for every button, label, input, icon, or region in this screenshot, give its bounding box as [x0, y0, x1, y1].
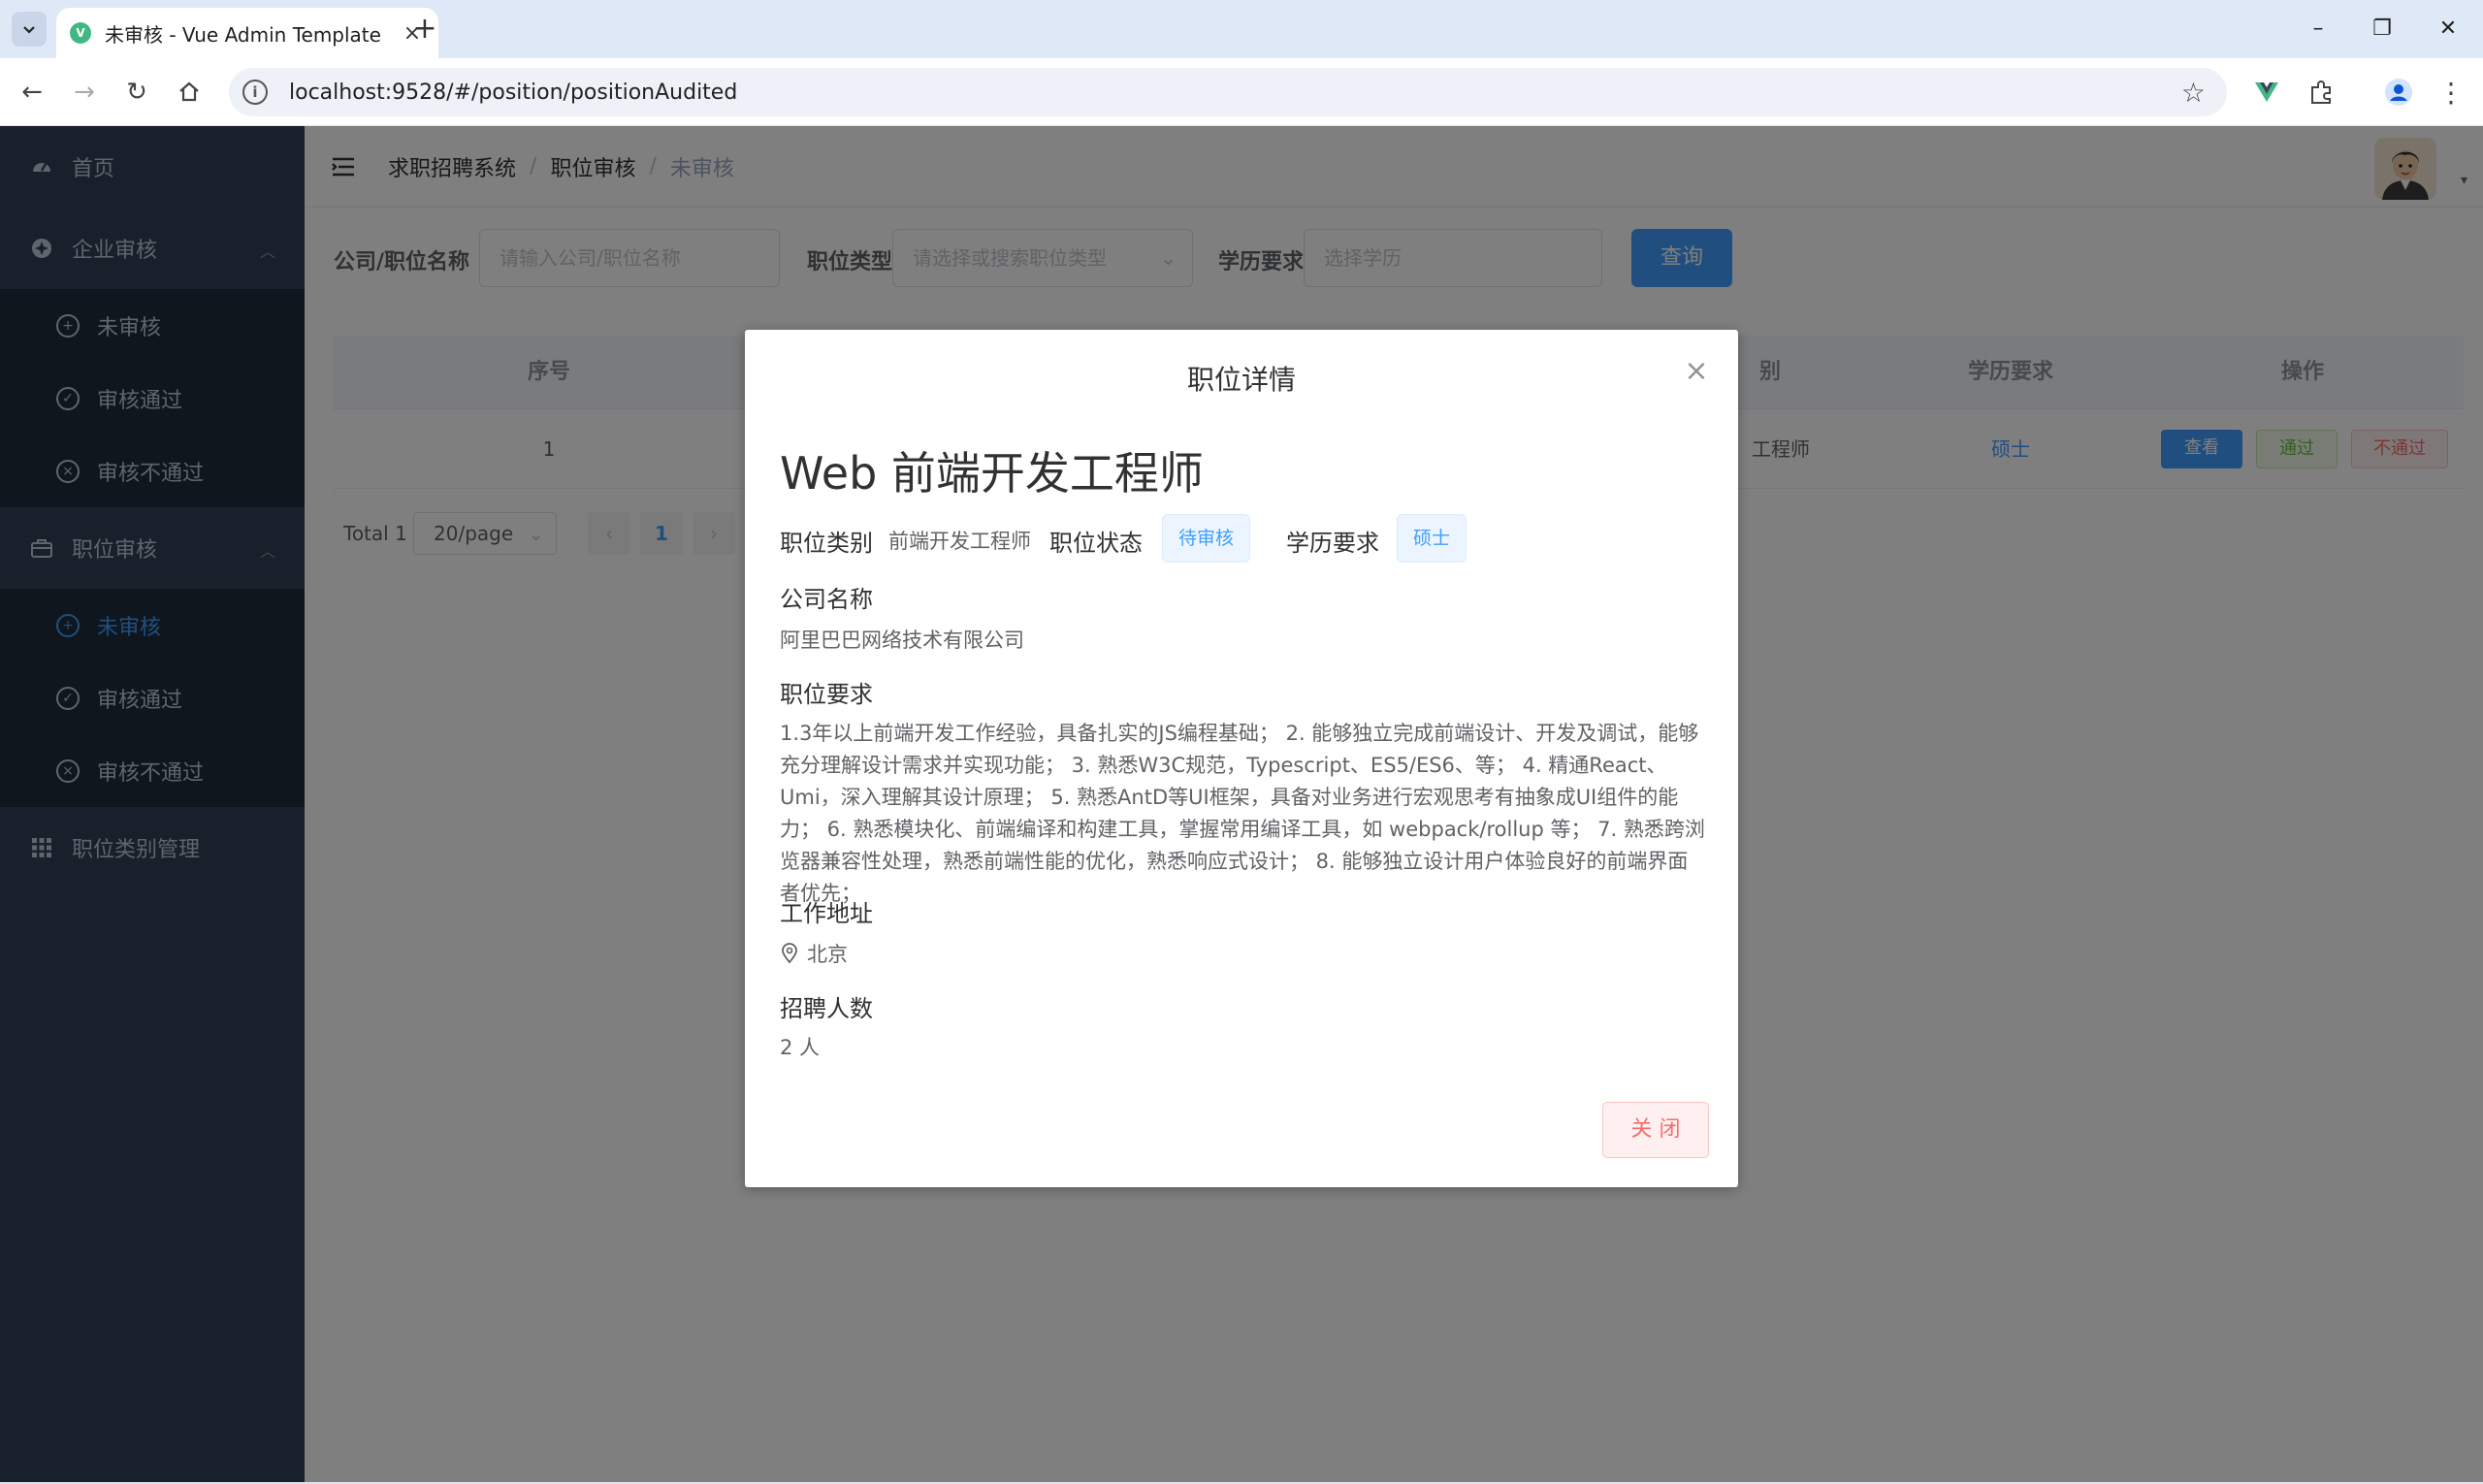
company-value: 阿里巴巴网络技术有限公司	[780, 629, 1024, 652]
close-icon[interactable]: ×	[1680, 355, 1713, 388]
minimize-icon[interactable]: –	[2289, 10, 2347, 48]
browser-tab[interactable]: V 未审核 - Vue Admin Template ×	[56, 8, 438, 58]
tab-title: 未审核 - Vue Admin Template	[105, 22, 381, 47]
address-label: 工作地址	[780, 900, 873, 927]
status-badge: 待审核	[1162, 514, 1251, 563]
dialog-title: 职位详情	[1186, 364, 1296, 396]
company-label: 公司名称	[780, 586, 873, 613]
requirements-text: 1.3年以上前端开发工作经验，具备扎实的JS编程基础； 2. 能够独立完成前端设…	[780, 722, 1705, 905]
bookmark-star-icon[interactable]: ☆	[2181, 77, 2206, 109]
browser-tab-bar: V 未审核 - Vue Admin Template × + – ❐ ✕	[0, 0, 2483, 58]
category-value: 前端开发工程师	[888, 530, 1031, 553]
job-meta-row: 职位类别 前端开发工程师 职位状态 待审核 学历要求 硕士	[780, 514, 1711, 563]
vue-devtools-icon[interactable]	[2248, 74, 2285, 111]
browser-menu-icon[interactable]: ⋮	[2433, 74, 2469, 111]
position-detail-dialog: 职位详情 × Web 前端开发工程师 职位类别 前端开发工程师 职位状态 待审核…	[745, 330, 1738, 1187]
education-badge: 硕士	[1397, 514, 1467, 563]
url-text: localhost:9528/#/position/positionAudite…	[289, 80, 738, 105]
profile-icon[interactable]	[2380, 74, 2417, 111]
close-dialog-button[interactable]: 关 闭	[1602, 1102, 1709, 1158]
headcount-value: 2 人	[780, 1036, 821, 1059]
extensions-icon[interactable]	[2303, 74, 2339, 111]
vue-favicon-icon: V	[70, 22, 91, 44]
category-label: 职位类别	[780, 530, 873, 557]
restore-icon[interactable]: ❐	[2353, 10, 2411, 48]
url-field[interactable]: i localhost:9528/#/position/positionAudi…	[229, 68, 2227, 116]
site-info-icon[interactable]: i	[242, 80, 268, 105]
requirements-label: 职位要求	[780, 681, 873, 708]
headcount-label: 招聘人数	[780, 995, 873, 1022]
address-row: 北京	[780, 939, 848, 968]
address-value: 北京	[807, 943, 848, 966]
chevron-down-icon	[23, 26, 35, 34]
education-label: 学历要求	[1286, 530, 1379, 557]
window-close-icon[interactable]: ✕	[2419, 10, 2477, 48]
status-label: 职位状态	[1049, 530, 1143, 557]
job-name: Web 前端开发工程师	[780, 447, 1204, 500]
new-tab-button[interactable]: +	[407, 12, 442, 47]
forward-icon[interactable]: →	[66, 74, 103, 111]
home-icon[interactable]	[171, 74, 208, 111]
tab-search-button[interactable]	[12, 12, 47, 47]
reload-icon[interactable]: ↻	[118, 74, 155, 111]
location-pin-icon	[782, 943, 797, 964]
back-icon[interactable]: ←	[14, 74, 50, 111]
browser-address-bar: ← → ↻ i localhost:9528/#/position/positi…	[0, 58, 2483, 126]
